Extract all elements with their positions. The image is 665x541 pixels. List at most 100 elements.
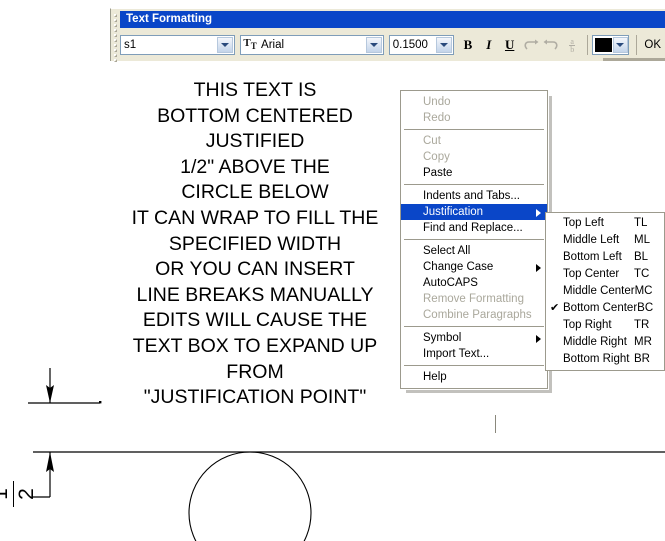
menu-item-justification[interactable]: Justification — [401, 204, 547, 220]
justification-item-mr[interactable]: Middle Right MR — [546, 334, 664, 351]
redo-arrow-icon[interactable] — [542, 35, 561, 56]
mtext-line: IT CAN WRAP TO FILL THE — [131, 206, 379, 229]
menu-item-copy: Copy — [401, 149, 547, 165]
justification-item-abbreviation: BL — [634, 251, 649, 263]
mtext-line: TEXT BOX TO EXPAND UP — [132, 334, 378, 357]
stack-denominator: b — [570, 44, 575, 54]
undo-arrow-icon[interactable] — [521, 35, 540, 56]
menu-item-label: Justification — [423, 206, 484, 218]
ok-button[interactable]: OK — [640, 37, 665, 53]
dimension-arrowhead — [46, 452, 54, 472]
justification-item-ml[interactable]: Middle Left ML — [546, 232, 664, 249]
justification-item-tc[interactable]: Top Center TC — [546, 266, 664, 283]
chevron-down-icon[interactable] — [612, 37, 628, 53]
justification-item-label: Top Center — [563, 268, 620, 280]
menu-item-help[interactable]: Help — [401, 369, 547, 385]
reference-circle — [188, 451, 312, 541]
color-swatch — [594, 38, 612, 52]
menu-item-label: Paste — [423, 167, 453, 179]
submenu-arrow-icon — [536, 209, 541, 217]
justification-item-label: Middle Right — [563, 336, 627, 348]
menu-item-label: AutoCAPS — [423, 277, 478, 289]
menu-item-autocaps[interactable]: AutoCAPS — [401, 275, 547, 291]
menu-item-label: Redo — [423, 112, 451, 124]
submenu-arrow-icon — [536, 264, 541, 272]
justification-item-bc[interactable]: ✔ Bottom Center BC — [546, 300, 664, 317]
dimension-denominator: 2 — [15, 488, 38, 500]
mtext-line: OR YOU CAN INSERT — [155, 258, 355, 281]
menu-item-label: Indents and Tabs... — [423, 190, 520, 202]
mtext-line: "JUSTIFICATION POINT" — [143, 386, 367, 409]
menu-item-select-all[interactable]: Select All — [401, 243, 547, 259]
toolbar-drag-gripper[interactable] — [113, 12, 118, 62]
justification-item-label: Top Right — [563, 319, 612, 331]
menu-separator — [404, 129, 544, 130]
justification-item-abbreviation: MC — [634, 285, 653, 297]
justification-item-br[interactable]: Bottom Right BR — [546, 351, 664, 368]
menu-separator — [404, 184, 544, 185]
menu-separator — [404, 365, 544, 366]
text-style-dropdown[interactable]: s1 — [120, 35, 236, 55]
justification-item-label: Middle Center — [563, 285, 635, 297]
chevron-down-icon[interactable] — [435, 37, 452, 53]
menu-item-symbol[interactable]: Symbol — [401, 330, 547, 346]
menu-item-label: Copy — [423, 151, 450, 163]
justification-item-abbreviation: BC — [637, 302, 654, 314]
mtext-line: FROM — [226, 360, 284, 383]
menu-item-label: Cut — [423, 135, 441, 147]
menu-item-indents-and-tabs[interactable]: Indents and Tabs... — [401, 188, 547, 204]
underline-button[interactable]: U — [500, 35, 519, 56]
mtext-line: CIRCLE BELOW — [181, 181, 329, 204]
menu-item-label: Remove Formatting — [423, 293, 524, 305]
menu-item-find-and-replace[interactable]: Find and Replace... — [401, 220, 547, 236]
justification-item-abbreviation: MR — [634, 336, 652, 348]
bold-button[interactable]: B — [459, 35, 478, 56]
text-color-dropdown[interactable] — [591, 35, 629, 55]
justification-item-label: Middle Left — [563, 234, 620, 246]
justification-item-label: Bottom Left — [563, 251, 622, 263]
justification-item-label: Bottom Center — [563, 302, 638, 314]
submenu-arrow-icon — [536, 335, 541, 343]
justification-item-abbreviation: TR — [634, 319, 650, 331]
font-family-value: Arial — [261, 39, 285, 51]
menu-item-cut: Cut — [401, 133, 547, 149]
menu-item-remove-formatting: Remove Formatting — [401, 291, 547, 307]
italic-button[interactable]: I — [479, 35, 498, 56]
menu-item-label: Select All — [423, 245, 471, 257]
menu-item-paste[interactable]: Paste — [401, 165, 547, 181]
justification-item-abbreviation: BR — [634, 353, 650, 365]
stack-fraction-button[interactable]: a b — [563, 35, 582, 56]
justification-item-abbreviation: TL — [634, 217, 648, 229]
menu-separator — [404, 239, 544, 240]
toolbar-title-bar[interactable]: Text Formatting — [120, 11, 665, 28]
mtext-content[interactable]: THIS TEXT IS BOTTOM CENTERED JUSTIFIED 1/2"… — [110, 78, 400, 411]
dimension-fraction-bar — [13, 481, 14, 507]
text-height-dropdown[interactable]: 0.1500 — [388, 35, 454, 55]
text-height-value: 0.1500 — [392, 39, 428, 51]
justification-arrowhead — [46, 385, 54, 403]
menu-item-import-text[interactable]: Import Text... — [401, 346, 547, 362]
font-family-dropdown[interactable]: TT Arial — [240, 35, 384, 55]
menu-item-label: Undo — [423, 96, 451, 108]
mtext-line: THIS TEXT IS — [193, 79, 317, 101]
justification-item-abbreviation: ML — [634, 234, 650, 246]
chevron-down-icon[interactable] — [365, 37, 382, 53]
justification-item-mc[interactable]: Middle Center MC — [546, 283, 664, 300]
truetype-icon: TT — [243, 37, 257, 52]
justification-item-label: Bottom Right — [563, 353, 630, 365]
justification-item-bl[interactable]: Bottom Left BL — [546, 249, 664, 266]
chevron-down-icon[interactable] — [217, 37, 234, 53]
toolbar-bottom-shadow — [603, 58, 665, 61]
justification-item-tr[interactable]: Top Right TR — [546, 317, 664, 334]
menu-separator — [404, 326, 544, 327]
menu-item-change-case[interactable]: Change Case — [401, 259, 547, 275]
text-formatting-toolbar-window: Text Formatting s1 TT Arial 0.1500 B I U — [110, 8, 665, 62]
checkmark-icon: ✔ — [550, 302, 560, 314]
mtext-line: SPECIFIED WIDTH — [168, 232, 342, 255]
mtext-line: JUSTIFIED — [205, 130, 305, 153]
toolbar-divider — [586, 35, 588, 55]
menu-item-label: Change Case — [423, 261, 494, 273]
text-cursor-mark — [495, 415, 496, 433]
justification-item-label: Top Left — [563, 217, 604, 229]
justification-item-tl[interactable]: Top Left TL — [546, 215, 664, 232]
